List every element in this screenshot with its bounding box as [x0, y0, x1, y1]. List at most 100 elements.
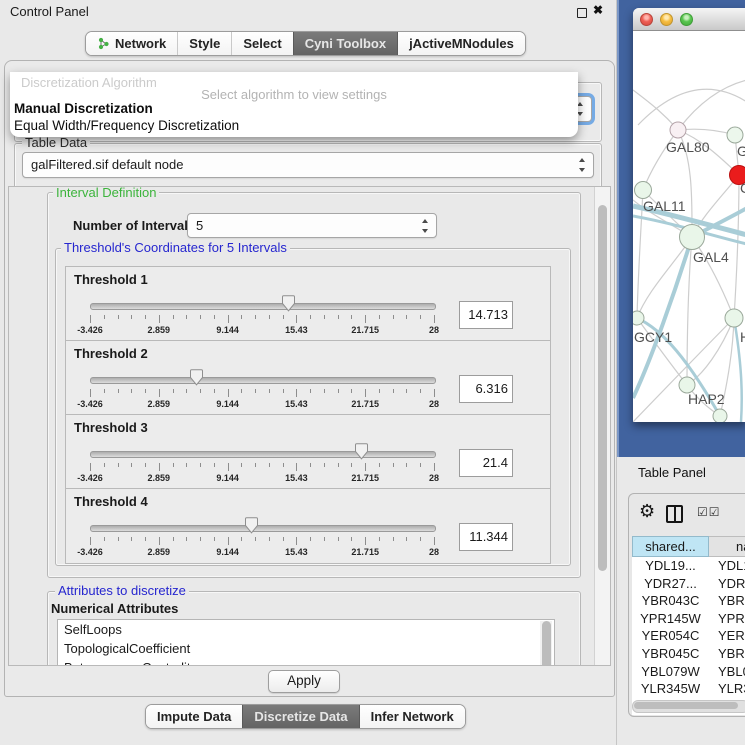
table-row[interactable]: YER054CYER0: [632, 627, 745, 645]
threshold-value-field[interactable]: 21.4: [459, 449, 513, 477]
table-cell[interactable]: YBR045C: [632, 645, 709, 663]
slider-ticks: [90, 389, 436, 399]
table-row[interactable]: YBR043CYBR0: [632, 592, 745, 610]
slider-thumb[interactable]: [244, 517, 259, 534]
slider-track[interactable]: [90, 303, 436, 310]
threshold-panel-2: Threshold 2-3.4262.8599.14415.4321.71528…: [65, 340, 551, 416]
list-item[interactable]: TopologicalCoefficient: [58, 639, 554, 658]
panel-title: Control Panel: [10, 4, 89, 19]
combo-stepper-icon[interactable]: [421, 219, 430, 233]
close-icon[interactable]: ✖: [593, 3, 603, 17]
slider-tick-labels: -3.4262.8599.14415.4321.71528: [90, 547, 436, 557]
svg-text:C: C: [740, 180, 745, 196]
table-row[interactable]: YBR045CYBR0: [632, 645, 745, 663]
slider-ticks: [90, 315, 436, 325]
cyni-settings-panel: Discretization Algorithm Select algorith…: [4, 60, 615, 697]
table-cell[interactable]: YDL1: [709, 557, 745, 575]
table-hscrollbar[interactable]: [632, 700, 745, 713]
table-cell[interactable]: YDL19...: [632, 557, 709, 575]
slider-thumb[interactable]: [281, 295, 296, 312]
table-widget: ⚙ ☑☑ shared... na YDL19...YDL1YDR27...YD…: [628, 493, 745, 717]
table-cell[interactable]: YDR27...: [632, 575, 709, 593]
table-cell[interactable]: YBR043C: [632, 592, 709, 610]
list-item[interactable]: SelfLoops: [58, 620, 554, 639]
svg-text:H: H: [740, 329, 745, 345]
tab-impute-data[interactable]: Impute Data: [146, 705, 242, 728]
table-cell[interactable]: YDR2: [709, 575, 745, 593]
apply-button[interactable]: Apply: [268, 670, 340, 693]
tab-infer-network[interactable]: Infer Network: [359, 705, 465, 728]
table-row[interactable]: YLR345WYLR3: [632, 680, 745, 698]
num-intervals-combo[interactable]: 5: [187, 213, 437, 238]
popup-item-manual-discretization[interactable]: Manual Discretization: [14, 101, 153, 116]
settings-scrollpane: Interval Definition Number of Intervals …: [8, 186, 611, 666]
right-region: GAL80 GA C GAL11 GAL4 GCY1 H HAP2 Table …: [617, 0, 745, 745]
column-header-name[interactable]: na: [709, 536, 745, 557]
node-h[interactable]: [725, 309, 743, 327]
table-row[interactable]: YDL19...YDL1: [632, 557, 745, 575]
tab-network[interactable]: Network: [86, 32, 177, 55]
attributes-group-label: Attributes to discretize: [55, 584, 189, 597]
close-traffic-light-icon[interactable]: [640, 13, 653, 26]
table-cell[interactable]: YBL0: [709, 663, 745, 681]
table-cell[interactable]: YLR345W: [632, 680, 709, 698]
zoom-traffic-light-icon[interactable]: [680, 13, 693, 26]
select-checkboxes-icon[interactable]: ☑☑: [697, 505, 721, 519]
combo-stepper-icon[interactable]: [578, 158, 587, 172]
tab-discretize-data[interactable]: Discretize Data: [242, 705, 358, 728]
slider-track[interactable]: [90, 451, 436, 458]
node-gal80[interactable]: [670, 122, 686, 138]
tab-select[interactable]: Select: [231, 32, 292, 55]
columns-icon[interactable]: [666, 505, 683, 523]
node-ga[interactable]: [727, 127, 743, 143]
table-cell[interactable]: YPR1: [709, 610, 745, 628]
network-window: GAL80 GA C GAL11 GAL4 GCY1 H HAP2: [633, 8, 745, 422]
table-data-combo[interactable]: galFiltered.sif default node: [22, 152, 594, 178]
threshold-value-field[interactable]: 6.316: [459, 375, 513, 403]
table-cell[interactable]: YPR145W: [632, 610, 709, 628]
list-item[interactable]: BetweennessCentrality: [58, 658, 554, 666]
table-row[interactable]: YBL079WYBL0: [632, 663, 745, 681]
list-scrollbar[interactable]: [540, 621, 552, 666]
slider-thumb[interactable]: [354, 443, 369, 460]
control-panel: Control Panel ✖ Network Style Select Cyn…: [0, 0, 617, 745]
interval-definition-label: Interval Definition: [53, 186, 159, 199]
slider-track[interactable]: [90, 377, 436, 384]
threshold-value-field[interactable]: 11.344: [459, 523, 513, 551]
table-cell[interactable]: YLR3: [709, 680, 745, 698]
screenshot-root: Control Panel ✖ Network Style Select Cyn…: [0, 0, 745, 745]
node-gal4[interactable]: [680, 225, 705, 250]
tab-jactivemnodules[interactable]: jActiveMNodules: [397, 32, 525, 55]
table-data-label: Table Data: [22, 136, 90, 149]
column-header-shared[interactable]: shared...: [632, 536, 709, 557]
table-rows: YDL19...YDL1YDR27...YDR2YBR043CYBR0YPR14…: [632, 557, 745, 715]
gear-icon[interactable]: ⚙: [639, 501, 655, 522]
node-gal11[interactable]: [635, 182, 652, 199]
slider-thumb[interactable]: [189, 369, 204, 386]
table-row[interactable]: YDR27...YDR2: [632, 575, 745, 593]
hscrollbar-thumb[interactable]: [634, 702, 738, 709]
table-cell[interactable]: YBL079W: [632, 663, 709, 681]
table-row[interactable]: YPR145WYPR1: [632, 610, 745, 628]
minimize-traffic-light-icon[interactable]: [660, 13, 673, 26]
float-window-icon[interactable]: [577, 8, 587, 18]
scrollbar-thumb[interactable]: [598, 205, 607, 571]
tab-cyni-toolbox[interactable]: Cyni Toolbox: [293, 32, 397, 55]
svg-text:GAL80: GAL80: [666, 139, 710, 155]
tab-style[interactable]: Style: [177, 32, 231, 55]
table-cell[interactable]: YER054C: [632, 627, 709, 645]
network-canvas[interactable]: GAL80 GA C GAL11 GAL4 GCY1 H HAP2: [633, 30, 745, 422]
node-gcy1[interactable]: [633, 311, 644, 325]
node-partial[interactable]: [713, 409, 727, 422]
threshold-value-field[interactable]: 14.713: [459, 301, 513, 329]
threshold-panel-1: Threshold 1-3.4262.8599.14415.4321.71528…: [65, 266, 551, 342]
algorithm-popup: Discretization Algorithm Select algorith…: [10, 72, 578, 137]
network-window-titlebar[interactable]: [633, 8, 745, 31]
table-cell[interactable]: YBR0: [709, 592, 745, 610]
settings-scrollbar[interactable]: [594, 187, 610, 665]
table-cell[interactable]: YBR0: [709, 645, 745, 663]
popup-item-equal-width[interactable]: Equal Width/Frequency Discretization: [14, 118, 239, 133]
svg-text:HAP2: HAP2: [688, 391, 725, 407]
slider-track[interactable]: [90, 525, 436, 532]
table-cell[interactable]: YER0: [709, 627, 745, 645]
